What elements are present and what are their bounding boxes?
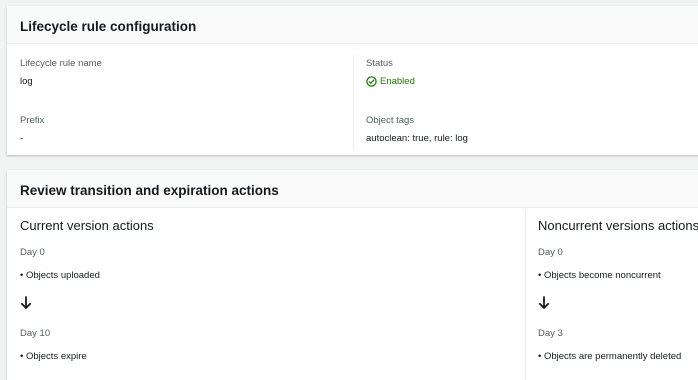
status-value: Enabled: [380, 76, 415, 87]
review-panel-header: Review transition and expiration actions: [7, 170, 698, 208]
status-label: Status: [366, 58, 393, 69]
status-field: Status Enabled: [366, 58, 415, 87]
rule-name-field: Lifecycle rule name log: [20, 58, 102, 87]
actions-column-divider: [525, 210, 526, 380]
config-panel-header: Lifecycle rule configuration: [7, 6, 698, 44]
noncurrent-step-action: • Objects are permanently deleted: [538, 351, 681, 362]
review-panel-title: Review transition and expiration actions: [20, 183, 279, 198]
current-step-day: Day 10: [20, 328, 51, 339]
arrow-down-icon: [20, 296, 32, 309]
lifecycle-config-panel: Lifecycle rule configuration Lifecycle r…: [7, 6, 698, 155]
current-step-action-text: Objects uploaded: [25, 270, 100, 281]
rule-name-value: log: [20, 76, 33, 87]
current-step-action-text: Objects expire: [25, 351, 87, 362]
prefix-field: Prefix -: [20, 115, 44, 144]
noncurrent-versions-title: Noncurrent versions actions: [538, 218, 698, 233]
check-circle-icon: [366, 76, 377, 87]
noncurrent-step-day: Day 0: [538, 247, 563, 258]
object-tags-value: autoclean: true, rule: log: [366, 133, 468, 144]
arrow-down-icon: [538, 296, 550, 309]
object-tags-field: Object tags autoclean: true, rule: log: [366, 115, 468, 144]
noncurrent-step-action-text: Objects become noncurrent: [543, 270, 661, 281]
current-step-action: • Objects expire: [20, 351, 87, 362]
prefix-value: -: [20, 133, 24, 144]
config-panel-title: Lifecycle rule configuration: [20, 19, 197, 34]
noncurrent-step-action-text: Objects are permanently deleted: [543, 351, 682, 362]
config-column-divider: [353, 54, 354, 150]
status-badge: Enabled: [366, 76, 415, 87]
prefix-label: Prefix: [20, 115, 45, 126]
object-tags-label: Object tags: [366, 115, 415, 126]
review-actions-panel: Review transition and expiration actions…: [7, 170, 698, 380]
noncurrent-step-day: Day 3: [538, 328, 563, 339]
current-step-day: Day 0: [20, 247, 45, 258]
rule-name-label: Lifecycle rule name: [20, 58, 102, 69]
noncurrent-step-action: • Objects become noncurrent: [538, 270, 661, 281]
current-version-title: Current version actions: [20, 218, 154, 233]
current-step-action: • Objects uploaded: [20, 270, 100, 281]
